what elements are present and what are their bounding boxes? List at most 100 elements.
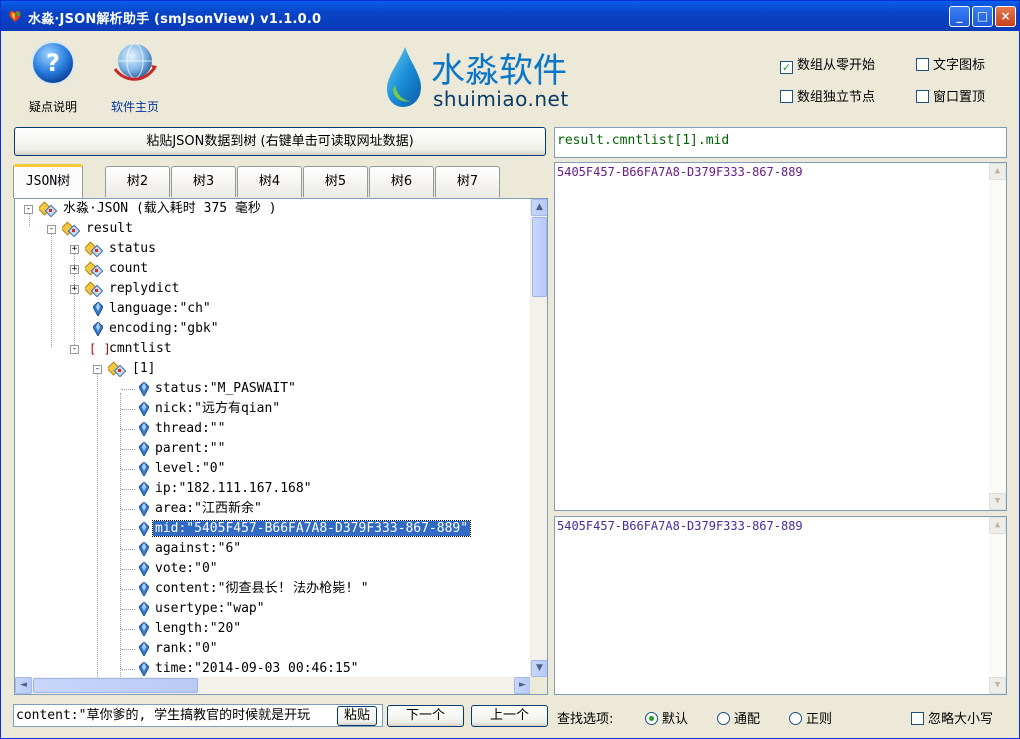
checkbox-icon[interactable] [916, 58, 929, 71]
scroll-thumb[interactable] [33, 678, 198, 693]
radio-icon[interactable] [717, 712, 730, 725]
scroll-left-icon[interactable]: ◄ [15, 677, 32, 694]
option-array-node-label: 数组独立节点 [797, 90, 876, 105]
tree-node-status[interactable]: + status [67, 239, 158, 259]
collapse-icon[interactable]: - [24, 205, 33, 214]
tree-horizontal-scrollbar[interactable]: ◄ ► [15, 677, 531, 694]
scroll-right-icon[interactable]: ► [514, 677, 531, 694]
mode-wildcard-label: 通配 [734, 712, 761, 727]
tab-tree7[interactable]: 树7 [435, 166, 500, 197]
expand-icon[interactable]: + [70, 265, 79, 274]
scroll-up-icon[interactable]: ▲ [989, 163, 1006, 180]
tab-tree4[interactable]: 树4 [237, 166, 302, 197]
pane-scrollbar[interactable]: ▲ ▼ [989, 517, 1006, 694]
json-tree-view[interactable]: - 水淼·JSON (载入耗时 375 毫秒 ) - result + stat… [14, 198, 548, 695]
tree-node-count[interactable]: + count [67, 259, 150, 279]
mode-regex[interactable]: 正则 [789, 708, 832, 727]
scroll-down-icon[interactable]: ▼ [989, 677, 1006, 694]
paste-json-button[interactable]: 粘贴JSON数据到树 (右键单击可读取网址数据) [14, 127, 546, 156]
expand-icon[interactable]: + [70, 245, 79, 254]
tab-tree2[interactable]: 树2 [105, 166, 170, 197]
scroll-up-icon[interactable]: ▲ [531, 199, 547, 216]
tree-leaf-row[interactable]: area:"江西新余" [113, 499, 264, 519]
json-path-field[interactable]: result.cmntlist[1].mid [554, 127, 1007, 158]
tab-tree6[interactable]: 树6 [369, 166, 434, 197]
value-node-icon [139, 522, 149, 536]
tree-leaf-label: level:"0" [155, 461, 226, 476]
tree-node-cmntlist[interactable]: - [ ] cmntlist [67, 339, 174, 359]
ignore-case-label: 忽略大小写 [928, 712, 994, 727]
tree-leaf-row[interactable]: time:"2014-09-03 00:46:15" [113, 659, 361, 679]
tree-cmntlist-label: cmntlist [109, 341, 172, 356]
tree-leaf-label: thread:"" [155, 421, 226, 436]
find-prev-button[interactable]: 上一个 [471, 705, 548, 727]
tree-node-encoding[interactable]: encoding:"gbk" [67, 319, 221, 339]
tree-leaf-label: area:"江西新余" [155, 501, 262, 516]
option-topmost[interactable]: 窗口置顶 [916, 86, 985, 105]
checkbox-icon[interactable] [911, 712, 924, 725]
expand-icon[interactable]: + [70, 285, 79, 294]
tree-node-root[interactable]: - 水淼·JSON (载入耗时 375 毫秒 ) [21, 199, 279, 219]
tree-node-result[interactable]: - result [44, 219, 135, 239]
radio-icon[interactable] [789, 712, 802, 725]
tree-leaf-label: vote:"0" [155, 561, 218, 576]
tree-leaf-row[interactable]: nick:"远方有qian" [113, 399, 282, 419]
option-topmost-label: 窗口置顶 [933, 90, 986, 105]
home-label: 软件主页 [110, 100, 159, 114]
object-node-icon [85, 241, 103, 257]
title-bar[interactable]: 水淼·JSON解析助手 (smJsonView) v1.1.0.0 _ □ × [1, 1, 1019, 31]
tree-leaf-label: rank:"0" [155, 641, 218, 656]
checkbox-icon[interactable] [916, 90, 929, 103]
value-node-icon [139, 502, 149, 516]
search-input[interactable]: content:"草你爹的, 学生搞教官的时候就是开玩 [13, 704, 383, 727]
tree-leaf-row[interactable]: content:"彻查县长! 法办枪毙! " [113, 579, 371, 599]
tree-leaf-row[interactable]: status:"M_PASWAIT" [113, 379, 298, 399]
checkbox-icon[interactable] [780, 90, 793, 103]
find-options-label: 查找选项: [557, 712, 614, 727]
scroll-down-icon[interactable]: ▼ [989, 493, 1006, 510]
ignore-case-option[interactable]: 忽略大小写 [911, 708, 993, 727]
scroll-down-icon[interactable]: ▼ [531, 660, 547, 677]
tab-json-tree[interactable]: JSON树 [13, 164, 83, 198]
value-node-icon [93, 302, 103, 316]
option-array-node[interactable]: 数组独立节点 [780, 86, 875, 105]
tree-vertical-scrollbar[interactable]: ▲ ▼ [530, 199, 547, 677]
value-node-icon [139, 422, 149, 436]
tree-leaf-label: nick:"远方有qian" [155, 401, 281, 416]
help-button[interactable]: ? 疑点说明 [25, 39, 81, 115]
collapse-icon[interactable]: - [70, 345, 79, 354]
tree-node-item1[interactable]: - [1] [90, 359, 157, 379]
option-text-icon[interactable]: 文字图标 [916, 54, 985, 73]
water-drop-icon [387, 47, 421, 107]
tree-node-replydict[interactable]: + replydict [67, 279, 181, 299]
find-next-button[interactable]: 下一个 [387, 705, 464, 727]
maximize-button[interactable]: □ [972, 6, 993, 27]
close-button[interactable]: × [995, 6, 1016, 27]
collapse-icon[interactable]: - [93, 365, 102, 374]
value-pane-bottom[interactable]: 5405F457-B66FA7A8-D379F333-867-889 ▲ ▼ [554, 516, 1007, 695]
tree-leaf-label: mid:"5405F457-B66FA7A8-D379F333-867-889" [151, 520, 472, 537]
checkbox-checked-icon[interactable]: ✓ [780, 61, 793, 74]
pane-scrollbar[interactable]: ▲ ▼ [989, 163, 1006, 510]
brand-logo: 水淼软件 shuimiao.net [381, 43, 591, 113]
value-node-icon [139, 642, 149, 656]
tree-leaf-row[interactable]: usertype:"wap" [113, 599, 267, 619]
mode-default[interactable]: 默认 [645, 708, 688, 727]
tab-tree5[interactable]: 树5 [303, 166, 368, 197]
option-array-zero[interactable]: ✓ 数组从零开始 [780, 54, 875, 74]
minimize-button[interactable]: _ [949, 6, 970, 27]
scroll-up-icon[interactable]: ▲ [989, 517, 1006, 534]
value-pane-top[interactable]: 5405F457-B66FA7A8-D379F333-867-889 ▲ ▼ [554, 162, 1007, 511]
radio-selected-icon[interactable] [645, 712, 658, 725]
scroll-corner [530, 677, 547, 694]
tab-tree3[interactable]: 树3 [171, 166, 236, 197]
option-array-zero-label: 数组从零开始 [797, 58, 876, 73]
tree-leaf-row[interactable]: mid:"5405F457-B66FA7A8-D379F333-867-889" [113, 519, 472, 539]
scroll-thumb[interactable] [532, 217, 547, 297]
tree-leaf-row[interactable]: ip:"182.111.167.168" [113, 479, 314, 499]
tree-node-language[interactable]: language:"ch" [67, 299, 213, 319]
homepage-button[interactable]: 软件主页 [100, 39, 170, 115]
paste-search-button[interactable]: 粘贴 [337, 706, 377, 726]
collapse-icon[interactable]: - [47, 225, 56, 234]
mode-wildcard[interactable]: 通配 [717, 708, 760, 727]
